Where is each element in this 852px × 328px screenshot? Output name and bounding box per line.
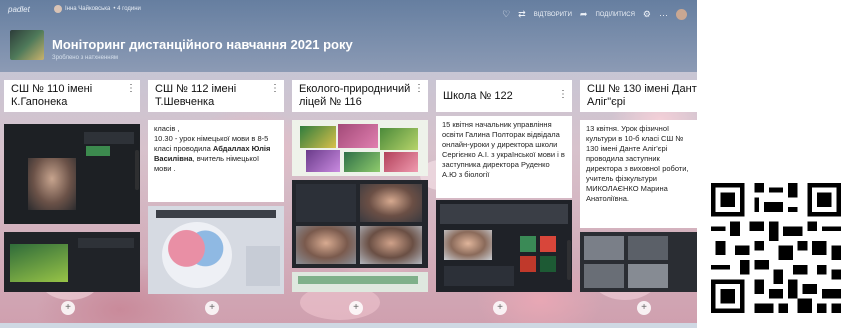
video-caption — [440, 204, 568, 224]
video-thumbnails — [444, 266, 514, 286]
post-card-video[interactable] — [436, 200, 572, 292]
post-text-line: класів , — [154, 124, 180, 133]
remake-icon: ⇄ — [518, 9, 526, 19]
board-title: Моніторинг дистанційного навчання 2021 р… — [52, 37, 353, 52]
column-title: Еколого-природничий ліцей № 116 — [299, 83, 411, 108]
video-participant — [28, 158, 76, 210]
column-title: Школа № 122 — [443, 90, 513, 102]
heart-icon[interactable]: ♡ — [502, 9, 510, 20]
post-card-video[interactable] — [580, 232, 697, 292]
column-title: СШ № 130 імені Данте Аліг"єрі — [587, 83, 697, 108]
post-text: класів , 10.30 - урок німецької мови в 8… — [148, 120, 284, 178]
video-caption — [84, 132, 134, 144]
video-slide — [10, 244, 68, 282]
board-subtitle: Зроблено з натхненням — [52, 55, 118, 61]
post-text: 13 квітня. Урок фізичної культури в 10-б… — [586, 124, 689, 203]
author-time: • 4 години — [113, 6, 141, 12]
author-avatar — [54, 5, 62, 13]
more-icon[interactable]: ··· — [659, 10, 668, 20]
author-name[interactable]: Інна Чайковська — [65, 6, 110, 12]
video-participant — [584, 236, 624, 260]
column-menu-icon[interactable]: ⋮ — [126, 82, 136, 95]
video-tile — [540, 256, 556, 272]
add-post-button[interactable]: + — [637, 301, 651, 315]
column-header: СШ № 110 імені К.Гапонека ⋮ — [4, 80, 140, 112]
video-caption — [156, 210, 276, 218]
column-header: СШ № 112 імені Т.Шевченка ⋮ — [148, 80, 284, 112]
remake-button[interactable]: ВІДТВОРИТИ — [534, 12, 572, 18]
video-participant — [628, 264, 668, 288]
post-card-photo[interactable] — [292, 120, 428, 176]
plant-photo — [384, 152, 418, 172]
video-participant — [246, 246, 280, 286]
user-avatar[interactable] — [676, 9, 687, 20]
column-header: Еколого-природничий ліцей № 116 ⋮ — [292, 80, 428, 112]
video-participant — [296, 226, 356, 264]
add-post-button[interactable]: + — [493, 301, 507, 315]
column-scrollbar[interactable] — [135, 150, 139, 190]
plant-photo — [380, 128, 418, 150]
post-card-text[interactable]: 13 квітня. Урок фізичної культури в 10-б… — [580, 120, 697, 228]
column-scrollbar[interactable] — [567, 240, 571, 280]
column-school-122: Школа № 122 ⋮ — [436, 80, 572, 112]
video-participant — [360, 226, 422, 264]
plant-photo — [338, 124, 378, 148]
video-tile — [520, 256, 536, 272]
video-participant — [444, 230, 492, 260]
qr-code — [706, 170, 846, 326]
post-text: 15 квітня начальник управління освіти Га… — [442, 120, 565, 179]
video-tile — [520, 236, 536, 252]
board-header: padlet Інна Чайковська • 4 години Моніто… — [0, 0, 697, 72]
column-menu-icon[interactable]: ⋮ — [414, 82, 424, 95]
column-header: СШ № 130 імені Данте Аліг"єрі — [580, 80, 697, 112]
post-card-video[interactable] — [148, 206, 284, 294]
gear-icon[interactable]: ⚙ — [643, 9, 651, 20]
share-button[interactable]: ПОДІЛИТИСЯ — [595, 12, 634, 18]
post-card-video[interactable] — [4, 124, 140, 224]
video-tile — [86, 146, 110, 156]
column-title: СШ № 112 імені Т.Шевченка — [155, 83, 237, 108]
column-menu-icon[interactable]: ⋮ — [270, 82, 280, 95]
post-card-text[interactable]: 15 квітня начальник управління освіти Га… — [436, 116, 572, 198]
plant-photo — [306, 150, 340, 172]
add-post-button[interactable]: + — [349, 301, 363, 315]
column-school-130: СШ № 130 імені Данте Аліг"єрі — [580, 80, 697, 112]
video-tile — [540, 236, 556, 252]
column-menu-icon[interactable]: ⋮ — [558, 82, 568, 108]
post-card-preview[interactable] — [292, 272, 428, 292]
video-participant — [360, 184, 422, 222]
video-caption — [296, 184, 356, 222]
board-thumbnail — [10, 30, 44, 60]
column-header: Школа № 122 ⋮ — [436, 80, 572, 112]
video-participant — [584, 264, 624, 288]
share-icon: ➦ — [579, 9, 588, 19]
venn-diagram-slide — [162, 222, 232, 288]
horizontal-scrollbar[interactable] — [0, 323, 697, 328]
author-line: Інна Чайковська • 4 години — [54, 5, 141, 13]
column-title: СШ № 110 імені К.Гапонека — [11, 83, 93, 108]
video-caption — [78, 238, 134, 248]
add-post-button[interactable]: + — [61, 301, 75, 315]
column-lyceum-116: Еколого-природничий ліцей № 116 ⋮ — [292, 80, 428, 112]
add-post-button[interactable]: + — [205, 301, 219, 315]
column-school-112: СШ № 112 імені Т.Шевченка ⋮ — [148, 80, 284, 112]
plant-photo — [300, 126, 336, 148]
video-participant — [628, 236, 668, 260]
post-card-video[interactable] — [292, 180, 428, 268]
padlet-logo[interactable]: padlet — [8, 5, 30, 14]
video-caption — [298, 276, 418, 284]
post-card-text[interactable]: класів , 10.30 - урок німецької мови в 8… — [148, 120, 284, 202]
header-toolbar: ♡ ⇄ ВІДТВОРИТИ ➦ ПОДІЛИТИСЯ ⚙ ··· — [502, 9, 687, 20]
plant-photo — [344, 152, 380, 172]
column-school-110: СШ № 110 імені К.Гапонека ⋮ — [4, 80, 140, 112]
post-card-video[interactable] — [4, 232, 140, 292]
padlet-board: padlet Інна Чайковська • 4 години Моніто… — [0, 0, 697, 328]
